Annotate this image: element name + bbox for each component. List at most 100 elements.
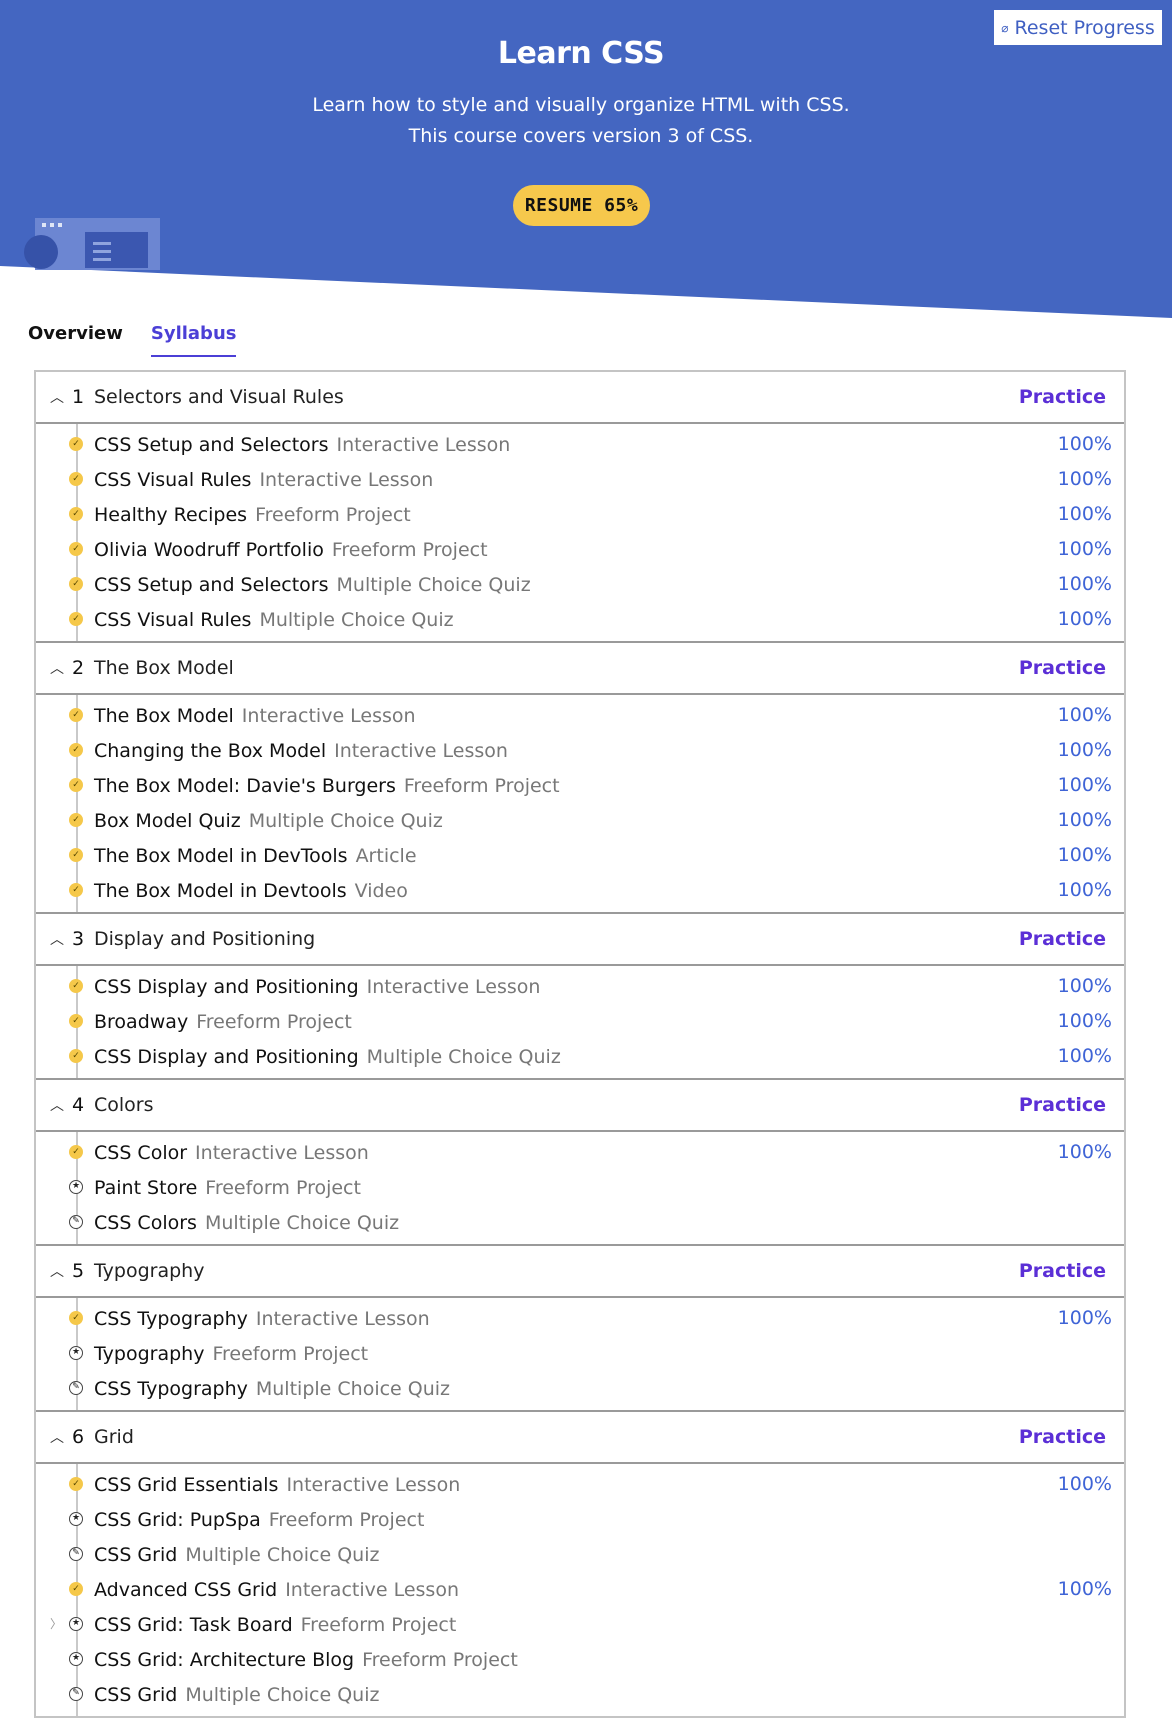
syllabus-item[interactable]: ★ Paint Store Freeform Project xyxy=(36,1170,1124,1205)
completed-check-icon: ✓ xyxy=(69,542,83,556)
item-title: CSS Setup and Selectors xyxy=(94,433,329,456)
practice-link[interactable]: Practice xyxy=(1019,372,1106,422)
chevron-up-icon[interactable]: ︿ xyxy=(50,1095,66,1115)
section-header[interactable]: ︿ 1 Selectors and Visual Rules Practice xyxy=(36,372,1124,424)
completed-check-icon: ✓ xyxy=(69,979,83,993)
item-type: Freeform Project xyxy=(403,774,560,797)
syllabus-item[interactable]: ✓ The Box Model in Devtools Video 100% xyxy=(36,873,1124,908)
practice-link[interactable]: Practice xyxy=(1019,1080,1106,1130)
syllabus-item[interactable]: ★ CSS Grid: PupSpa Freeform Project xyxy=(36,1502,1124,1537)
section-header[interactable]: ︿ 4 Colors Practice xyxy=(36,1078,1124,1132)
item-type: Interactive Lesson xyxy=(336,433,511,456)
syllabus-item[interactable]: ✓ CSS Typography Interactive Lesson 100% xyxy=(36,1301,1124,1336)
item-progress: 100% xyxy=(1057,433,1112,455)
practice-link[interactable]: Practice xyxy=(1019,1246,1106,1296)
syllabus-item[interactable]: ✓ CSS Grid Essentials Interactive Lesson 10… xyxy=(36,1467,1124,1502)
chevron-up-icon[interactable]: ︿ xyxy=(50,658,66,678)
item-type: Interactive Lesson xyxy=(286,1473,461,1496)
chevron-up-icon[interactable]: ︿ xyxy=(50,387,66,407)
syllabus-item[interactable]: ✓ CSS Color Interactive Lesson 100% xyxy=(36,1135,1124,1170)
item-progress: 100% xyxy=(1057,844,1112,866)
syllabus-item[interactable]: ✓ CSS Display and Positioning Multiple Cho… xyxy=(36,1039,1124,1074)
completed-check-icon: ✓ xyxy=(69,437,83,451)
syllabus-section: ︿ 1 Selectors and Visual Rules Practice ✓ CSS… xyxy=(36,372,1124,641)
syllabus-item[interactable]: 〉 ★ CSS Grid: Task Board Freeform Project xyxy=(36,1607,1124,1642)
syllabus-item[interactable]: ✓ Box Model Quiz Multiple Choice Quiz 100% xyxy=(36,803,1124,838)
syllabus-item[interactable]: ✓ The Box Model in DevTools Article 100% xyxy=(36,838,1124,873)
syllabus-item[interactable]: ★ CSS Grid: Architecture Blog Freeform Pro… xyxy=(36,1642,1124,1677)
item-type: Interactive Lesson xyxy=(285,1578,459,1601)
syllabus-item[interactable]: ✎ CSS Typography Multiple Choice Quiz xyxy=(36,1371,1124,1406)
item-title: The Box Model: Davie's Burgers xyxy=(94,774,396,797)
item-title: CSS Grid xyxy=(94,1683,178,1706)
item-title: Changing the Box Model xyxy=(94,739,327,762)
item-type: Freeform Project xyxy=(255,503,411,526)
syllabus-item[interactable]: ✓ CSS Setup and Selectors Interactive Less… xyxy=(36,427,1124,462)
syllabus-item[interactable]: ✎ CSS Grid Multiple Choice Quiz xyxy=(36,1537,1124,1572)
practice-link[interactable]: Practice xyxy=(1019,643,1106,693)
item-title: CSS Typography xyxy=(94,1377,248,1400)
item-progress: 100% xyxy=(1057,573,1112,595)
section-title: Typography xyxy=(94,1260,205,1282)
reset-icon: ⌀ xyxy=(1001,20,1009,35)
syllabus-item[interactable]: ✎ CSS Grid Multiple Choice Quiz xyxy=(36,1677,1124,1712)
completed-check-icon: ✓ xyxy=(69,507,83,521)
completed-check-icon: ✓ xyxy=(69,708,83,722)
item-title: The Box Model in DevTools xyxy=(94,844,348,867)
item-title: CSS Typography xyxy=(94,1307,248,1330)
tab-syllabus[interactable]: Syllabus xyxy=(150,323,237,357)
item-type: Freeform Project xyxy=(205,1176,361,1199)
section-header[interactable]: ︿ 6 Grid Practice xyxy=(36,1410,1124,1464)
tab-overview[interactable]: Overview xyxy=(28,323,123,357)
chevron-right-icon: 〉 xyxy=(50,1617,63,1631)
course-description: Learn how to style and visually organize… xyxy=(312,94,850,147)
item-title: CSS Display and Positioning xyxy=(94,1045,359,1068)
quiz-icon: ✎ xyxy=(69,1687,83,1701)
section-items: ✓ CSS Color Interactive Lesson 100% ★ Paint S… xyxy=(36,1132,1124,1244)
resume-button[interactable]: RESUME 65% xyxy=(513,185,650,226)
section-title: Colors xyxy=(94,1094,154,1116)
syllabus-item[interactable]: ✓ CSS Display and Positioning Interactive … xyxy=(36,969,1124,1004)
chevron-up-icon[interactable]: ︿ xyxy=(50,1261,66,1281)
item-title: CSS Visual Rules xyxy=(94,468,252,491)
item-progress: 100% xyxy=(1057,704,1112,726)
section-header[interactable]: ︿ 2 The Box Model Practice xyxy=(36,641,1124,695)
item-progress: 100% xyxy=(1057,879,1112,901)
item-progress: 100% xyxy=(1057,608,1112,630)
syllabus-item[interactable]: ✓ Advanced CSS Grid Interactive Lesson 100% xyxy=(36,1572,1124,1607)
syllabus-item[interactable]: ✓ Healthy Recipes Freeform Project 100% xyxy=(36,497,1124,532)
chevron-up-icon[interactable]: ︿ xyxy=(50,1427,66,1447)
syllabus-item[interactable]: ✓ Olivia Woodruff Portfolio Freeform Proje… xyxy=(36,532,1124,567)
section-title: The Box Model xyxy=(94,657,234,679)
item-title: Typography xyxy=(94,1342,205,1365)
syllabus-section: ︿ 5 Typography Practice ✓ CSS Typography Inter… xyxy=(36,1244,1124,1410)
completed-check-icon: ✓ xyxy=(69,778,83,792)
item-type: Video xyxy=(354,879,408,902)
practice-link[interactable]: Practice xyxy=(1019,1412,1106,1462)
item-title: CSS Setup and Selectors xyxy=(94,573,329,596)
item-progress: 100% xyxy=(1057,1307,1112,1329)
syllabus-item[interactable]: ✓ CSS Visual Rules Interactive Lesson 100% xyxy=(36,462,1124,497)
item-title: Olivia Woodruff Portfolio xyxy=(94,538,324,561)
section-header[interactable]: ︿ 5 Typography Practice xyxy=(36,1244,1124,1298)
syllabus-item[interactable]: ✎ CSS Colors Multiple Choice Quiz xyxy=(36,1205,1124,1240)
section-header[interactable]: ︿ 3 Display and Positioning Practice xyxy=(36,912,1124,966)
chevron-up-icon[interactable]: ︿ xyxy=(50,929,66,949)
syllabus-item[interactable]: ✓ The Box Model Interactive Lesson 100% xyxy=(36,698,1124,733)
syllabus-item[interactable]: ✓ Broadway Freeform Project 100% xyxy=(36,1004,1124,1039)
course-title: Learn CSS xyxy=(497,36,665,71)
syllabus-item[interactable]: ★ Typography Freeform Project xyxy=(36,1336,1124,1371)
syllabus-item[interactable]: ✓ The Box Model: Davie's Burgers Freeform … xyxy=(36,768,1124,803)
item-type: Interactive Lesson xyxy=(366,975,541,998)
syllabus-item[interactable]: ✓ CSS Setup and Selectors Multiple Choice … xyxy=(36,567,1124,602)
completed-check-icon: ✓ xyxy=(69,577,83,591)
syllabus-item[interactable]: ✓ Changing the Box Model Interactive Lesso… xyxy=(36,733,1124,768)
section-title: Display and Positioning xyxy=(94,928,316,950)
item-title: CSS Grid Essentials xyxy=(94,1473,279,1496)
item-type: Multiple Choice Quiz xyxy=(259,608,454,631)
item-type: Interactive Lesson xyxy=(259,468,434,491)
completed-check-icon: ✓ xyxy=(69,883,83,897)
practice-link[interactable]: Practice xyxy=(1019,914,1106,964)
syllabus-list: ︿ 1 Selectors and Visual Rules Practice ✓ CSS… xyxy=(34,370,1126,1718)
syllabus-item[interactable]: ✓ CSS Visual Rules Multiple Choice Quiz 100… xyxy=(36,602,1124,637)
